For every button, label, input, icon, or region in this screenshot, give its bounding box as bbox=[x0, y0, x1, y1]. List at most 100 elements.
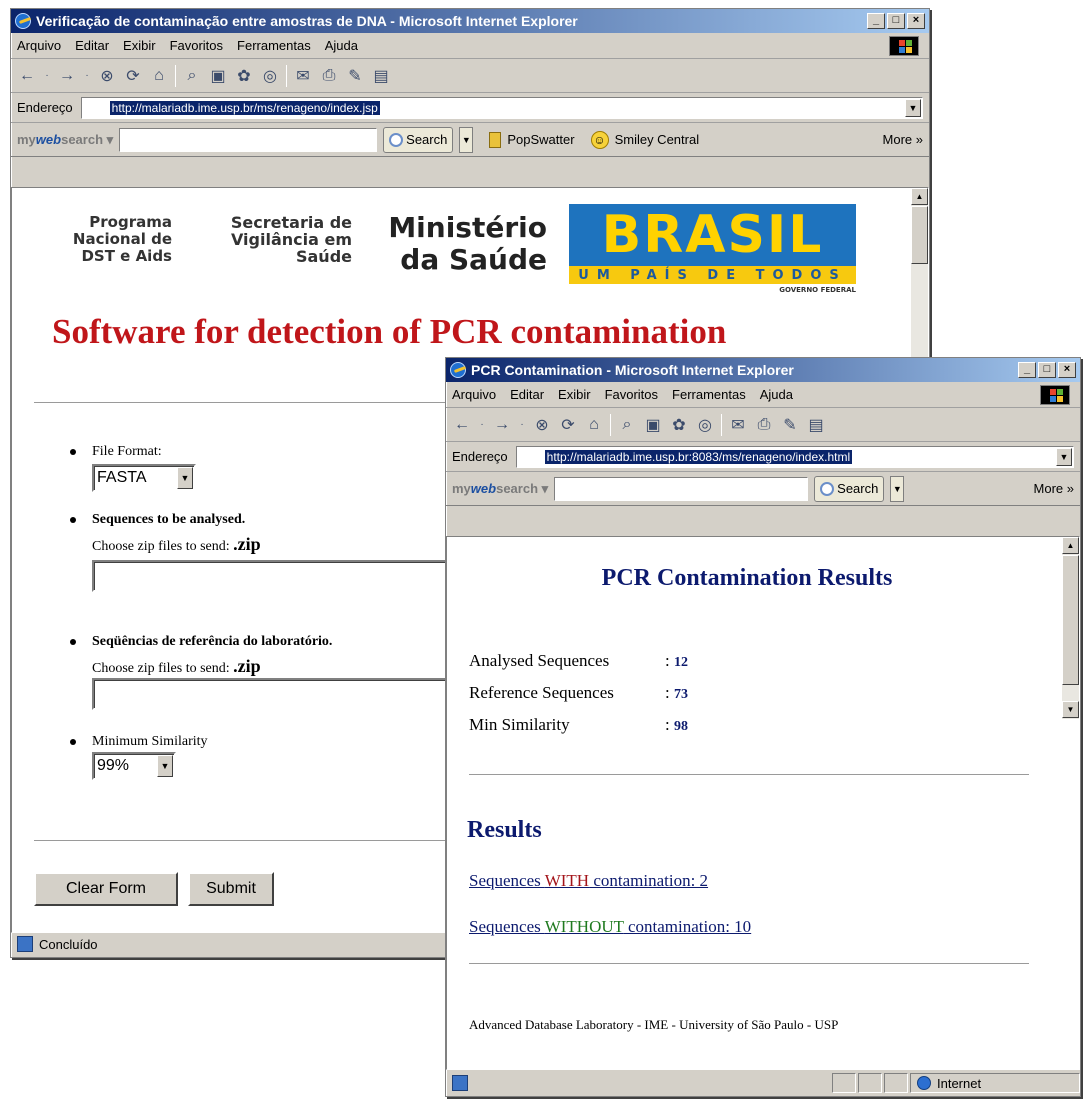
dropdown-small-icon[interactable]: · bbox=[83, 66, 91, 86]
minimize-button[interactable]: _ bbox=[1018, 362, 1036, 378]
menu-ajuda[interactable]: Ajuda bbox=[760, 387, 793, 402]
refresh-icon[interactable]: ⟳ bbox=[558, 415, 578, 435]
mail-icon[interactable]: ✉ bbox=[728, 415, 748, 435]
favorites-icon[interactable]: ▣ bbox=[643, 415, 663, 435]
menu-ferramentas[interactable]: Ferramentas bbox=[672, 387, 746, 402]
dropdown-small-icon[interactable]: · bbox=[43, 66, 51, 86]
refresh-icon[interactable]: ⟳ bbox=[123, 66, 143, 86]
magnifier-icon bbox=[820, 481, 835, 496]
mail-icon[interactable]: ✉ bbox=[293, 66, 313, 86]
web-search-input[interactable] bbox=[119, 127, 378, 152]
program-logo: Programa Nacional de DST e Aids bbox=[72, 213, 172, 265]
windows-logo-icon bbox=[889, 36, 919, 56]
scroll-up-button[interactable]: ▲ bbox=[1062, 537, 1079, 554]
address-input[interactable]: http://malariadb.ime.usp.br:8083/ms/rena… bbox=[515, 445, 1074, 468]
file-format-value[interactable]: FASTA bbox=[97, 469, 147, 487]
status-pane bbox=[884, 1073, 908, 1093]
chevron-down-icon[interactable]: ▼ bbox=[177, 467, 193, 489]
back-arrow-icon[interactable]: ← bbox=[452, 415, 472, 435]
sequences-file-input[interactable] bbox=[92, 560, 452, 592]
address-url[interactable]: http://malariadb.ime.usp.br/ms/renageno/… bbox=[109, 100, 380, 115]
back-title-bar[interactable]: Verificação de contaminação entre amostr… bbox=[11, 9, 929, 33]
front-vertical-scrollbar[interactable]: ▲ ▼ bbox=[1062, 537, 1079, 719]
chevron-down-icon[interactable]: ▼ bbox=[157, 755, 173, 777]
discuss-icon[interactable]: ▤ bbox=[371, 66, 391, 86]
with-contamination-link[interactable]: Sequences WITH contamination: 2 bbox=[469, 871, 708, 891]
address-dropdown-button[interactable]: ▼ bbox=[1056, 447, 1072, 466]
front-title-bar[interactable]: PCR Contamination - Microsoft Internet E… bbox=[446, 358, 1080, 382]
search-dropdown-button[interactable]: ▼ bbox=[459, 126, 474, 153]
file-format-select[interactable]: FASTA ▼ bbox=[92, 464, 196, 492]
edit-icon[interactable]: ✎ bbox=[780, 415, 800, 435]
home-icon[interactable]: ⌂ bbox=[149, 66, 169, 86]
clear-form-button[interactable]: Clear Form bbox=[34, 872, 178, 906]
dropdown-small-icon[interactable]: · bbox=[478, 415, 486, 435]
mywebsearch-logo[interactable]: mywebsearch ▾ bbox=[452, 481, 548, 497]
submit-button[interactable]: Submit bbox=[188, 872, 274, 906]
choose-zip-row-2: Choose zip files to send: .zip bbox=[92, 656, 261, 677]
menu-arquivo[interactable]: Arquivo bbox=[452, 387, 496, 402]
media-icon[interactable]: ◎ bbox=[260, 66, 280, 86]
stop-icon[interactable]: ⊗ bbox=[532, 415, 552, 435]
mywebsearch-logo[interactable]: mywebsearch ▾ bbox=[17, 132, 113, 148]
home-icon[interactable]: ⌂ bbox=[584, 415, 604, 435]
scroll-down-button[interactable]: ▼ bbox=[1062, 701, 1079, 718]
menu-editar[interactable]: Editar bbox=[510, 387, 544, 402]
favorites-icon[interactable]: ▣ bbox=[208, 66, 228, 86]
reference-label: Seqüências de referência do laboratório. bbox=[92, 634, 333, 649]
popswatter-button[interactable]: PopSwatter bbox=[507, 132, 574, 147]
search-icon[interactable]: ⌕ bbox=[617, 415, 637, 435]
more-button[interactable]: More » bbox=[883, 132, 923, 147]
summary-label: Analysed Sequences bbox=[469, 651, 610, 670]
search-dropdown-button[interactable]: ▼ bbox=[890, 475, 905, 502]
reference-file-input[interactable] bbox=[92, 678, 452, 710]
menu-ajuda[interactable]: Ajuda bbox=[325, 38, 358, 53]
history-icon[interactable]: ✿ bbox=[234, 66, 254, 86]
address-input[interactable]: http://malariadb.ime.usp.br/ms/renageno/… bbox=[80, 96, 923, 119]
smiley-central-button[interactable]: Smiley Central bbox=[615, 132, 700, 147]
summary-colon: : bbox=[665, 683, 674, 702]
menu-editar[interactable]: Editar bbox=[75, 38, 109, 53]
scroll-up-button[interactable]: ▲ bbox=[911, 188, 928, 205]
min-similarity-select[interactable]: 99% ▼ bbox=[92, 752, 176, 780]
more-button[interactable]: More » bbox=[1034, 481, 1074, 496]
maximize-button[interactable]: □ bbox=[887, 13, 905, 29]
close-button[interactable]: × bbox=[1058, 362, 1076, 378]
media-icon[interactable]: ◎ bbox=[695, 415, 715, 435]
front-toolbar: ← · → · ⊗ ⟳ ⌂ ⌕ ▣ ✿ ◎ ✉ ⎙ ✎ ▤ bbox=[446, 408, 1080, 442]
summary-colon: : bbox=[665, 715, 674, 734]
menu-exibir[interactable]: Exibir bbox=[558, 387, 591, 402]
menu-favoritos[interactable]: Favoritos bbox=[605, 387, 658, 402]
minimize-button[interactable]: _ bbox=[867, 13, 885, 29]
edit-icon[interactable]: ✎ bbox=[345, 66, 365, 86]
print-icon[interactable]: ⎙ bbox=[754, 415, 774, 435]
maximize-button[interactable]: □ bbox=[1038, 362, 1056, 378]
forward-arrow-icon[interactable]: → bbox=[492, 415, 512, 435]
front-page-content: PCR Contamination Results Analysed Seque… bbox=[446, 536, 1080, 1070]
web-search-button[interactable]: Search bbox=[814, 475, 885, 502]
min-similarity-value[interactable]: 99% bbox=[97, 757, 129, 775]
without-contamination-link[interactable]: Sequences WITHOUT contamination: 10 bbox=[469, 917, 751, 937]
history-icon[interactable]: ✿ bbox=[669, 415, 689, 435]
address-dropdown-button[interactable]: ▼ bbox=[905, 98, 921, 117]
menu-exibir[interactable]: Exibir bbox=[123, 38, 156, 53]
address-url[interactable]: http://malariadb.ime.usp.br:8083/ms/rena… bbox=[544, 449, 853, 464]
forward-arrow-icon[interactable]: → bbox=[57, 66, 77, 86]
menu-arquivo[interactable]: Arquivo bbox=[17, 38, 61, 53]
back-arrow-icon[interactable]: ← bbox=[17, 66, 37, 86]
web-search-input[interactable] bbox=[554, 476, 809, 501]
print-icon[interactable]: ⎙ bbox=[319, 66, 339, 86]
scroll-thumb[interactable] bbox=[1062, 555, 1079, 685]
search-icon[interactable]: ⌕ bbox=[182, 66, 202, 86]
scroll-thumb[interactable] bbox=[911, 206, 928, 264]
dropdown-small-icon[interactable]: · bbox=[518, 415, 526, 435]
stop-icon[interactable]: ⊗ bbox=[97, 66, 117, 86]
menu-favoritos[interactable]: Favoritos bbox=[170, 38, 223, 53]
discuss-icon[interactable]: ▤ bbox=[806, 415, 826, 435]
web-search-button[interactable]: Search bbox=[383, 126, 454, 153]
reference-item: Seqüências de referência do laboratório. bbox=[70, 634, 333, 650]
ie-logo-icon bbox=[15, 13, 31, 29]
close-button[interactable]: × bbox=[907, 13, 925, 29]
summary-row-analysed: Analysed Sequences: 12 bbox=[469, 651, 688, 671]
menu-ferramentas[interactable]: Ferramentas bbox=[237, 38, 311, 53]
